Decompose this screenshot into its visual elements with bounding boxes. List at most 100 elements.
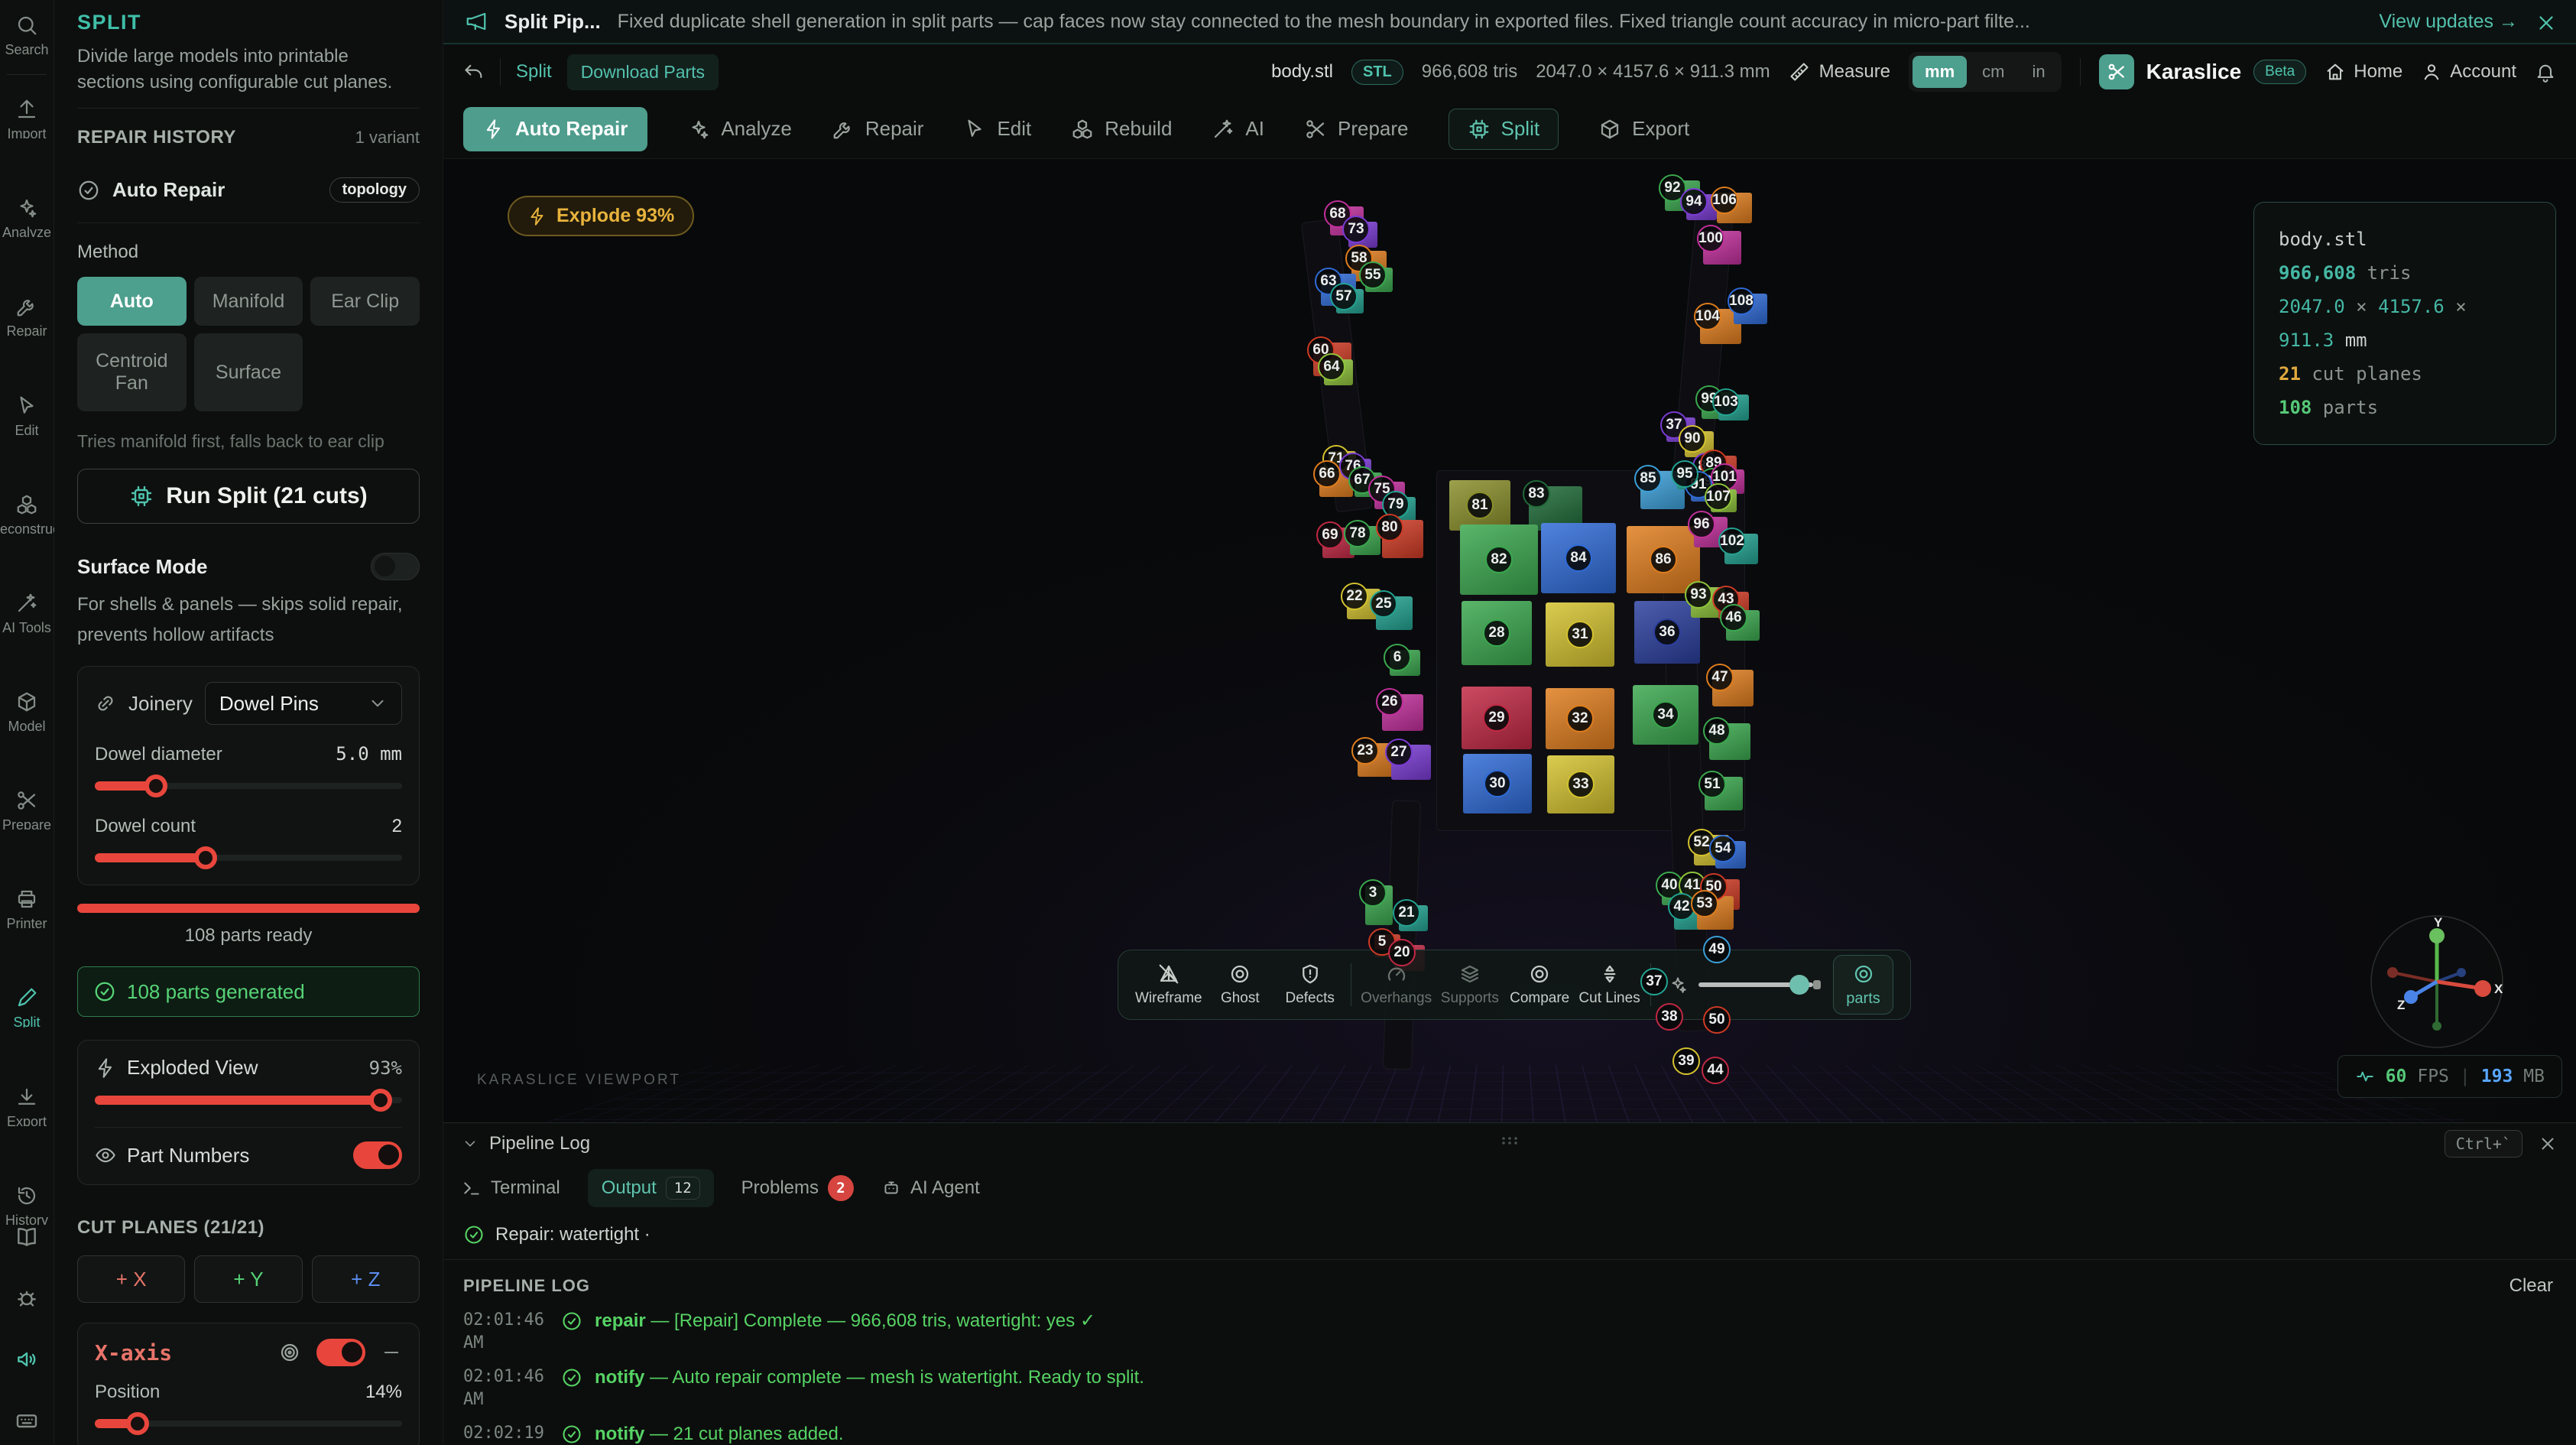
toggle-wireframe[interactable]: Wireframe <box>1135 963 1202 1007</box>
model-info-card: body.stl 966,608 tris 2047.0 × 4157.6 × … <box>2253 202 2556 445</box>
tab-export[interactable]: Export <box>1598 117 1689 141</box>
axis-gizmo[interactable]: Y X Z <box>2370 914 2504 1049</box>
part-numbers-toggle[interactable] <box>353 1141 402 1169</box>
method-centroid-fan[interactable]: Centroid Fan <box>77 333 187 411</box>
sidebar-item-split[interactable]: Split <box>0 986 54 1027</box>
add-plane-x[interactable]: + X <box>77 1255 185 1303</box>
clear-log-button[interactable]: Clear <box>2509 1275 2553 1297</box>
sidebar-item-history[interactable]: History <box>0 1184 54 1225</box>
part-numbers-label: Part Numbers <box>127 1144 342 1167</box>
axis-enable-toggle[interactable] <box>316 1339 365 1366</box>
part-number-badge: 28 <box>1483 619 1510 647</box>
toggle-supports[interactable]: Supports <box>1438 963 1501 1007</box>
tab-ai[interactable]: AI <box>1212 117 1264 141</box>
3d-viewport[interactable]: 6873585563576064717666677579697880818385… <box>443 159 2576 1122</box>
dowel-count-slider[interactable] <box>95 846 402 869</box>
tab-split[interactable]: Split <box>1449 109 1559 150</box>
unit-cm[interactable]: cm <box>1970 56 2016 88</box>
position-label: Position <box>95 1382 160 1403</box>
toggle-overhangs[interactable]: Overhangs <box>1361 963 1432 1007</box>
bug-icon[interactable] <box>15 1286 39 1310</box>
sidebar-item-reconstruct[interactable]: Reconstruct <box>0 493 54 534</box>
remove-plane-button[interactable] <box>381 1342 402 1363</box>
cursor-icon <box>15 395 38 417</box>
console-tab-problems[interactable]: Problems2 <box>741 1175 854 1201</box>
toggle-defects[interactable]: Defects <box>1278 963 1342 1007</box>
part-number-badge: 64 <box>1318 353 1345 381</box>
part-number-badge: 82 <box>1485 546 1513 573</box>
close-icon[interactable] <box>2538 1134 2558 1154</box>
download-parts-button[interactable]: Download Parts <box>567 54 719 90</box>
keyboard-icon[interactable] <box>15 1408 39 1433</box>
panel-title: SPLIT <box>77 11 420 34</box>
sidebar-item-search[interactable]: Search <box>0 14 54 54</box>
joinery-select[interactable]: Dowel Pins <box>205 682 402 725</box>
sidebar-item-ai-tools[interactable]: AI Tools <box>0 592 54 632</box>
dowel-diameter-slider[interactable] <box>95 774 402 797</box>
console-tabs: Terminal Output12 Problems2 AI Agent <box>443 1164 2576 1218</box>
tab-repair[interactable]: Repair <box>832 117 924 141</box>
view-updates-link[interactable]: View updates → <box>2379 11 2518 33</box>
method-manifold[interactable]: Manifold <box>194 277 303 326</box>
run-split-button[interactable]: Run Split (21 cuts) <box>77 469 420 524</box>
unit-in[interactable]: in <box>2020 56 2057 88</box>
tab-rebuild[interactable]: Rebuild <box>1071 117 1172 141</box>
toggle-ghost[interactable]: Ghost <box>1209 963 1272 1007</box>
exploded-view-slider[interactable] <box>95 1089 402 1112</box>
sidebar-item-import[interactable]: Import <box>0 98 54 138</box>
ruler-icon <box>1789 61 1810 83</box>
part-number-badge: 48 <box>1703 717 1731 745</box>
target-icon[interactable] <box>278 1341 301 1364</box>
sidebar-item-prepare[interactable]: Prepare <box>0 789 54 830</box>
gizmo-y-label: Y <box>2434 915 2443 930</box>
sidebar-item-export[interactable]: Export <box>0 1086 54 1126</box>
close-icon[interactable] <box>2535 11 2555 31</box>
measure-button[interactable]: Measure <box>1789 61 1890 83</box>
part-number-badge: 100 <box>1697 225 1724 252</box>
history-item[interactable]: Auto Repair topology <box>77 177 420 203</box>
sidebar-item-repair[interactable]: Repair <box>0 295 54 336</box>
tab-edit[interactable]: Edit <box>963 117 1031 141</box>
explode-mini-slider[interactable] <box>1668 975 1813 995</box>
sidebar-item-printer[interactable]: Printer <box>0 888 54 928</box>
add-plane-y[interactable]: + Y <box>194 1255 302 1303</box>
account-link[interactable]: Account <box>2421 61 2516 83</box>
part-number-badge: 50 <box>1703 1006 1731 1034</box>
bolt-icon <box>1668 975 1688 995</box>
auto-repair-button[interactable]: Auto Repair <box>463 107 647 151</box>
method-auto[interactable]: Auto <box>77 277 187 326</box>
tab-analyze[interactable]: Analyze <box>687 117 792 141</box>
sidebar-item-analyze[interactable]: Analyze <box>0 196 54 237</box>
surface-mode-toggle[interactable] <box>371 553 420 580</box>
model-dimensions: 2047.0 × 4157.6 × 911.3 mm <box>1536 61 1770 83</box>
joinery-label: Joinery <box>128 692 193 716</box>
home-link[interactable]: Home <box>2325 61 2402 83</box>
part-number-badge: 69 <box>1316 521 1344 549</box>
console-tab-output[interactable]: Output12 <box>588 1169 714 1207</box>
sidebar-item-model[interactable]: Model <box>0 690 54 731</box>
bell-icon[interactable] <box>2535 61 2556 83</box>
exploded-view-card: Exploded View 93% Part Numbers <box>77 1040 420 1185</box>
position-slider[interactable] <box>95 1412 402 1435</box>
toggle-cut-lines[interactable]: Cut Lines <box>1578 963 1641 1007</box>
part-number-badge: 25 <box>1370 590 1397 618</box>
unit-mm[interactable]: mm <box>1913 56 1967 88</box>
tab-prepare[interactable]: Prepare <box>1304 117 1409 141</box>
add-plane-z[interactable]: + Z <box>312 1255 420 1303</box>
toggle-compare[interactable]: Compare <box>1508 963 1572 1007</box>
speaker-icon[interactable] <box>15 1347 39 1372</box>
console-tab-terminal[interactable]: Terminal <box>462 1177 560 1199</box>
topology-tag: topology <box>329 177 420 203</box>
method-ear-clip[interactable]: Ear Clip <box>310 277 420 326</box>
method-surface[interactable]: Surface <box>194 333 303 411</box>
drag-handle-icon[interactable] <box>1500 1135 1520 1146</box>
book-icon[interactable] <box>15 1225 39 1249</box>
undo-icon[interactable] <box>463 61 485 83</box>
sparkles-icon <box>687 118 710 141</box>
console-tab-ai-agent[interactable]: AI Agent <box>881 1177 980 1199</box>
part-number-badge: 53 <box>1691 890 1718 917</box>
divider <box>77 108 420 109</box>
sidebar-item-edit[interactable]: Edit <box>0 395 54 435</box>
chevron-down-icon[interactable] <box>462 1135 479 1152</box>
parts-visibility-button[interactable]: parts <box>1833 955 1893 1015</box>
